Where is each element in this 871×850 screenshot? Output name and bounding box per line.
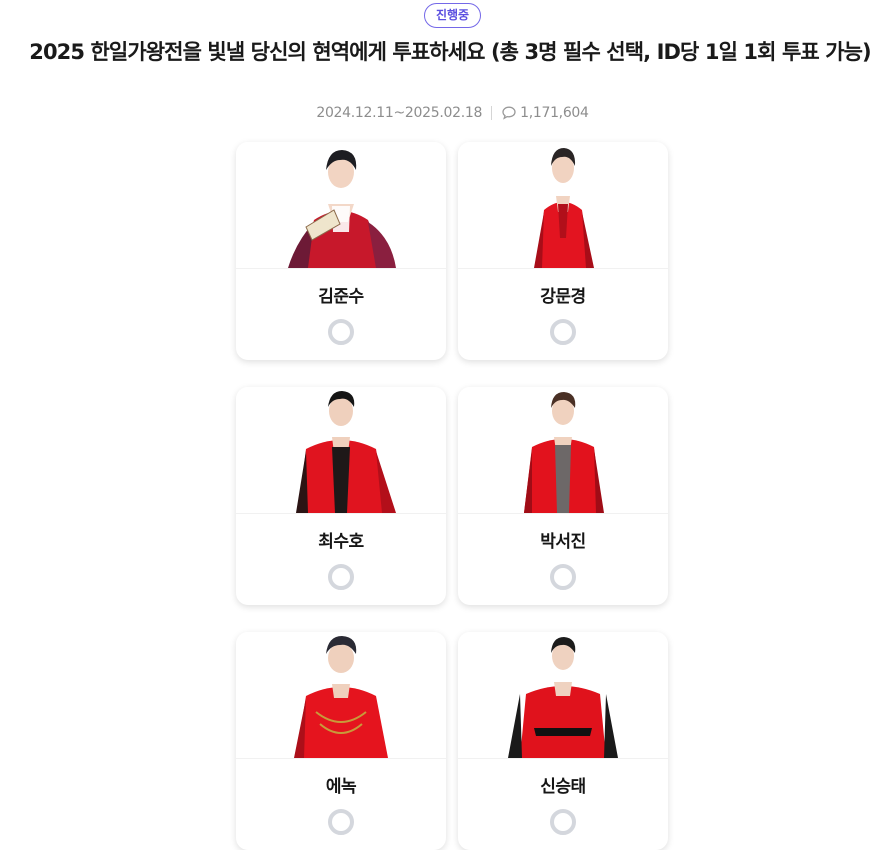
candidate-name: 최수호 bbox=[318, 532, 364, 552]
comment-count: 1,171,604 bbox=[520, 105, 589, 121]
candidate-photo bbox=[236, 632, 446, 759]
poll-period: 2024.12.11~2025.02.18 bbox=[316, 105, 483, 121]
candidate-name: 강문경 bbox=[540, 287, 586, 307]
candidate-photo bbox=[236, 142, 446, 269]
page-title: 2025 한일가왕전을 빛낼 당신의 현역에게 투표하세요 (총 3명 필수 선… bbox=[29, 40, 871, 64]
status-badge: 진행중 bbox=[424, 3, 481, 28]
vote-radio[interactable] bbox=[328, 564, 354, 590]
candidate-photo bbox=[458, 387, 668, 514]
candidate-name: 박서진 bbox=[540, 532, 586, 552]
candidate-card[interactable]: 최수호 bbox=[236, 387, 446, 605]
vote-radio[interactable] bbox=[328, 809, 354, 835]
vote-radio[interactable] bbox=[550, 564, 576, 590]
candidate-photo bbox=[458, 632, 668, 759]
vote-radio[interactable] bbox=[550, 809, 576, 835]
candidate-photo bbox=[236, 387, 446, 514]
candidate-name: 신승태 bbox=[540, 777, 586, 797]
candidate-card[interactable]: 강문경 bbox=[458, 142, 668, 360]
candidate-name: 김준수 bbox=[318, 287, 364, 307]
vote-radio[interactable] bbox=[328, 319, 354, 345]
candidate-card[interactable]: 에녹 bbox=[236, 632, 446, 850]
comment-icon bbox=[502, 106, 516, 120]
poll-meta: 2024.12.11~2025.02.18 1,171,604 bbox=[0, 103, 871, 123]
vote-radio[interactable] bbox=[550, 319, 576, 345]
candidate-card[interactable]: 박서진 bbox=[458, 387, 668, 605]
meta-divider bbox=[491, 106, 493, 120]
candidate-card[interactable]: 신승태 bbox=[458, 632, 668, 850]
candidate-name: 에녹 bbox=[325, 777, 357, 797]
candidate-photo bbox=[458, 142, 668, 269]
candidate-card[interactable]: 김준수 bbox=[236, 142, 446, 360]
